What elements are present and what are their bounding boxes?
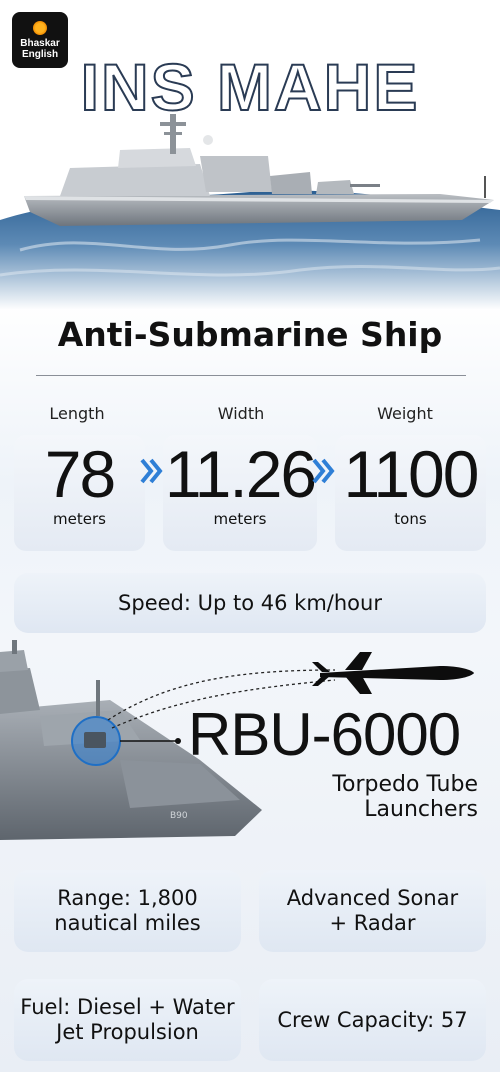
stat-value-weight: 1100: [343, 437, 480, 511]
page-title: INS MAHE: [80, 50, 420, 124]
feature-fuel-line1: Fuel: Diesel + Water: [20, 995, 235, 1019]
subtitle: Anti-Submarine Ship: [57, 315, 443, 354]
stat-label-weight: Weight: [377, 404, 433, 423]
feature-sonar-line2: + Radar: [329, 911, 416, 935]
stat-label-width: Width: [217, 404, 265, 423]
divider: [36, 375, 466, 376]
speed-badge: Speed: Up to 46 km/hour: [14, 573, 486, 633]
stat-unit-width: meters: [213, 510, 267, 528]
weapon-description: Torpedo Tube Launchers: [270, 772, 478, 822]
weapon-desc-line1: Torpedo Tube: [332, 772, 478, 797]
feature-sonar: Advanced Sonar + Radar: [259, 870, 486, 952]
svg-text:B90: B90: [170, 811, 188, 821]
feature-range-line2: nautical miles: [54, 911, 201, 935]
missile-icon: [312, 652, 474, 694]
feature-crew: Crew Capacity: 57: [259, 979, 486, 1061]
stat-unit-length: meters: [53, 510, 106, 528]
speed-text: Speed: Up to 46 km/hour: [118, 590, 382, 615]
stat-unit-weight: tons: [394, 510, 427, 528]
chevron-right-icon: [140, 458, 163, 484]
feature-sonar-line1: Advanced Sonar: [286, 886, 459, 910]
hero-ship-image: [0, 114, 500, 310]
weapon-name: RBU-6000: [188, 701, 461, 768]
feature-range-line1: Range: 1,800: [57, 886, 198, 910]
feature-crew-line1: Crew Capacity: 57: [277, 1007, 468, 1032]
stat-label-length: Length: [49, 404, 105, 423]
feature-fuel: Fuel: Diesel + Water Jet Propulsion: [14, 979, 241, 1061]
sun-icon: [33, 20, 47, 35]
feature-fuel-line2: Jet Propulsion: [56, 1020, 199, 1044]
stat-value-length: 78: [44, 437, 116, 511]
stat-value-width: 11.26: [164, 437, 317, 511]
brand-line1: Bhaskar: [20, 37, 60, 49]
feature-range: Range: 1,800 nautical miles: [14, 870, 241, 952]
chevron-right-icon: [312, 458, 335, 484]
weapon-desc-line2: Launchers: [364, 797, 478, 822]
